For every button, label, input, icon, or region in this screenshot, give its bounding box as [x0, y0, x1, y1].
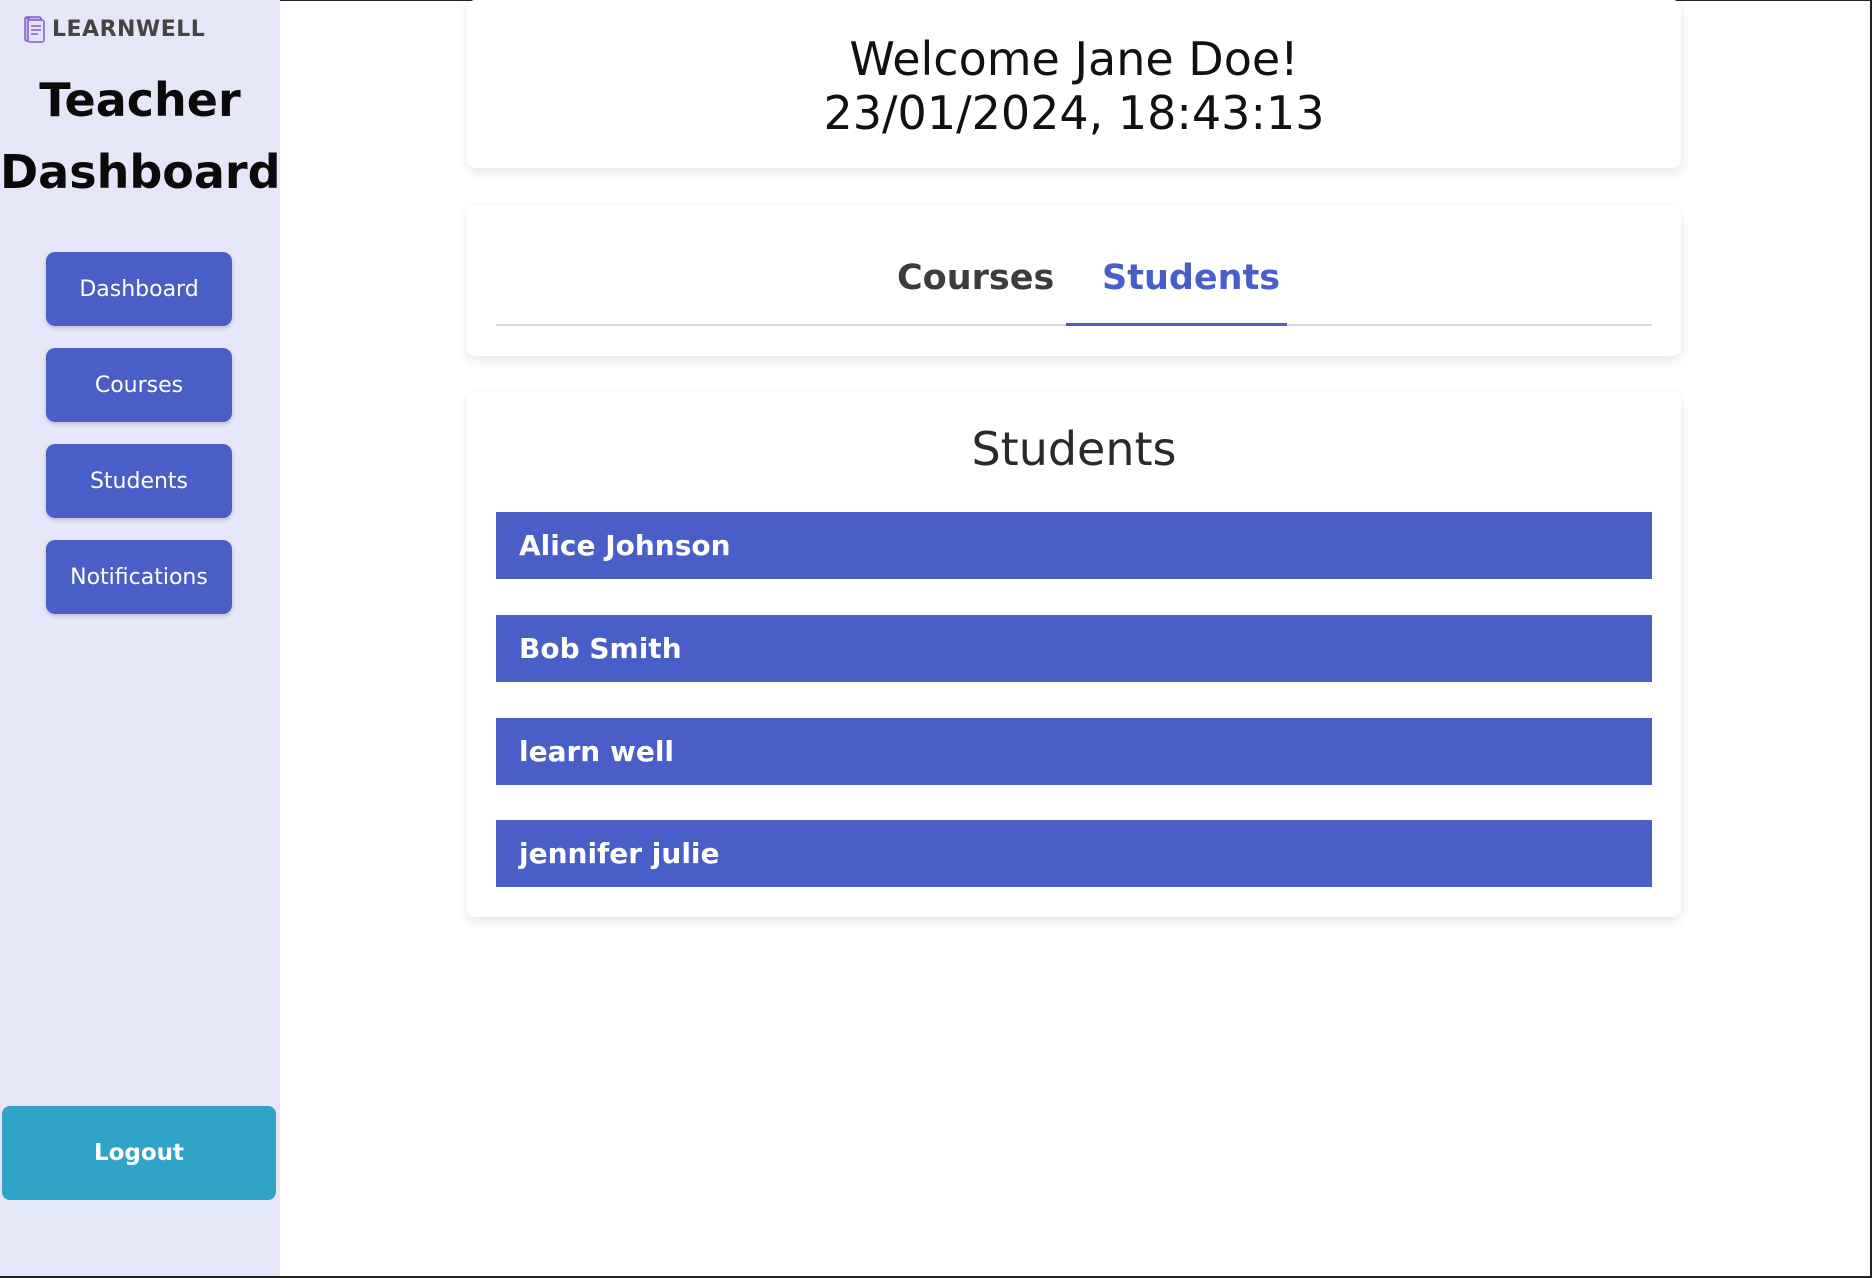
welcome-message: Welcome Jane Doe!	[849, 32, 1299, 86]
sidebar-item-courses[interactable]: Courses	[46, 348, 232, 422]
sidebar-item-notifications[interactable]: Notifications	[46, 540, 232, 614]
students-card: Students Alice Johnson Bob Smith learn w…	[467, 392, 1681, 917]
sidebar-item-dashboard[interactable]: Dashboard	[46, 252, 232, 326]
notebook-icon	[24, 16, 45, 43]
student-row[interactable]: learn well	[496, 718, 1652, 785]
section-title: Students	[971, 422, 1177, 476]
student-row[interactable]: jennifer julie	[496, 820, 1652, 887]
tab-courses[interactable]: Courses	[897, 258, 1054, 298]
welcome-card: Welcome Jane Doe! 23/01/2024, 18:43:13	[467, 0, 1681, 168]
sidebar-title: Teacher Dashboard	[0, 64, 281, 208]
tab-students[interactable]: Students	[1102, 258, 1280, 298]
brand: LEARNWELL	[22, 14, 205, 44]
sidebar: LEARNWELL Teacher Dashboard Dashboard Co…	[0, 0, 281, 1276]
sidebar-item-students[interactable]: Students	[46, 444, 232, 518]
brand-name: LEARNWELL	[52, 16, 206, 42]
sidebar-title-line2: Dashboard	[0, 145, 281, 199]
tabs-card: Courses Students	[467, 206, 1681, 356]
active-tab-indicator	[1066, 323, 1287, 326]
student-row[interactable]: Bob Smith	[496, 615, 1652, 682]
student-row[interactable]: Alice Johnson	[496, 512, 1652, 579]
sidebar-title-line1: Teacher	[39, 73, 241, 127]
current-datetime: 23/01/2024, 18:43:13	[823, 86, 1325, 140]
logout-button[interactable]: Logout	[2, 1106, 276, 1200]
